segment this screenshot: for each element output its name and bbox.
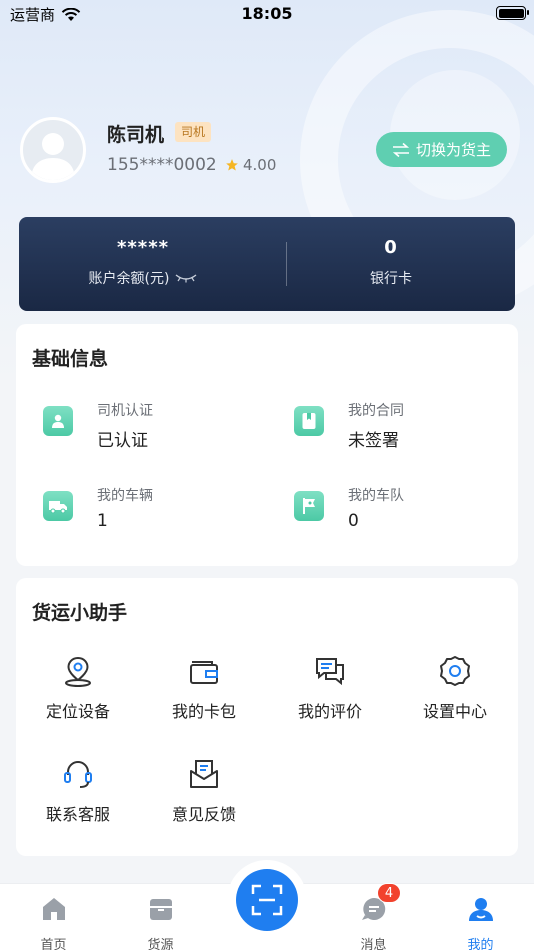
tab-home[interactable]: 首页: [0, 884, 107, 950]
info-label: 我的车队: [348, 488, 404, 504]
user-rating: 4.00: [225, 156, 276, 174]
contract-icon: [294, 406, 324, 436]
tab-label: 我的: [467, 938, 494, 950]
cargo-box-icon: [150, 899, 172, 920]
tool-label: 我的卡包: [171, 702, 236, 721]
bank-cards[interactable]: 0 银行卡: [267, 217, 515, 311]
bank-card-count: 0: [384, 237, 398, 258]
status-bar: 运营商 18:05: [0, 0, 534, 30]
my-contract[interactable]: 我的合同 未签署: [294, 400, 514, 451]
driver-certification[interactable]: 司机认证 已认证: [43, 400, 263, 451]
tool-label: 定位设备: [45, 702, 110, 721]
tool-label: 联系客服: [45, 805, 110, 824]
tab-profile[interactable]: 我的: [427, 884, 534, 950]
tool-settings-center[interactable]: 设置中心: [400, 654, 510, 734]
assistant-title: 货运小助手: [32, 602, 128, 624]
tool-location-device[interactable]: 定位设备: [23, 654, 133, 734]
rating-value: 4.00: [243, 156, 277, 174]
tool-label: 我的评价: [297, 702, 362, 721]
role-badge: 司机: [175, 122, 212, 142]
tool-card-wallet[interactable]: 我的卡包: [149, 654, 259, 734]
tab-label: 货源: [147, 938, 174, 950]
info-label: 我的车辆: [97, 488, 153, 504]
balance-amount: *****: [116, 237, 170, 258]
tab-cargo[interactable]: 货源: [107, 884, 214, 950]
truck-icon: [43, 491, 73, 521]
profile-icon: [469, 898, 493, 921]
feedback-mail-icon: [190, 760, 218, 788]
user-silhouette-icon: [31, 133, 75, 180]
info-value: 已认证: [97, 431, 148, 451]
location-pin-icon: [65, 656, 91, 687]
review-chat-icon: [316, 658, 344, 686]
eye-closed-icon[interactable]: [175, 273, 197, 283]
gear-icon: [440, 656, 470, 686]
header-background: [0, 0, 534, 380]
balance-label: 账户余额(元): [88, 271, 170, 287]
my-vehicles[interactable]: 我的车辆 1: [43, 485, 263, 535]
battery-icon: [496, 6, 529, 20]
tool-my-reviews[interactable]: 我的评价: [275, 654, 385, 734]
my-fleet[interactable]: 我的车队 0: [294, 485, 514, 535]
headset-icon: [64, 761, 92, 788]
assistant-card: 货运小助手 定位设备 我的卡包 我的评价 设置中心 联系客服 意见反馈: [16, 578, 518, 856]
tool-label: 意见反馈: [171, 805, 236, 824]
switch-role-button[interactable]: 切换为货主: [376, 132, 507, 167]
fleet-flag-icon: [294, 491, 324, 521]
tool-label: 设置中心: [422, 702, 487, 721]
info-label: 我的合同: [348, 403, 404, 419]
basic-info-title: 基础信息: [32, 348, 109, 370]
tool-contact-support[interactable]: 联系客服: [23, 757, 133, 837]
balance-card: ***** 账户余额(元) 0 银行卡: [19, 217, 515, 311]
info-value: 1: [97, 511, 108, 531]
basic-info-card: 基础信息 司机认证 已认证 我的合同 未签署 我的车辆 1 我的车队 0: [16, 324, 518, 566]
info-label: 司机认证: [97, 403, 153, 419]
scan-icon: [251, 884, 283, 916]
status-time: 18:05: [241, 4, 293, 23]
tab-label: 首页: [40, 938, 67, 950]
info-value: 0: [348, 511, 359, 531]
user-phone: 155****0002: [107, 155, 217, 175]
star-icon: [226, 159, 238, 171]
tab-label: 消息: [360, 938, 387, 950]
bank-card-label: 银行卡: [370, 271, 412, 287]
swap-arrows-icon: [392, 142, 410, 157]
user-name: 陈司机: [107, 124, 165, 146]
home-icon: [43, 898, 65, 920]
avatar[interactable]: [20, 117, 86, 183]
message-badge: 4: [377, 883, 401, 903]
wallet-icon: [190, 661, 218, 684]
account-balance[interactable]: ***** 账户余额(元): [19, 217, 267, 311]
driver-id-icon: [43, 406, 73, 436]
scan-button[interactable]: [236, 869, 298, 931]
switch-role-label: 切换为货主: [415, 141, 491, 159]
tool-feedback[interactable]: 意见反馈: [149, 757, 259, 837]
tab-messages[interactable]: 消息: [320, 884, 427, 950]
info-value: 未签署: [348, 431, 399, 451]
